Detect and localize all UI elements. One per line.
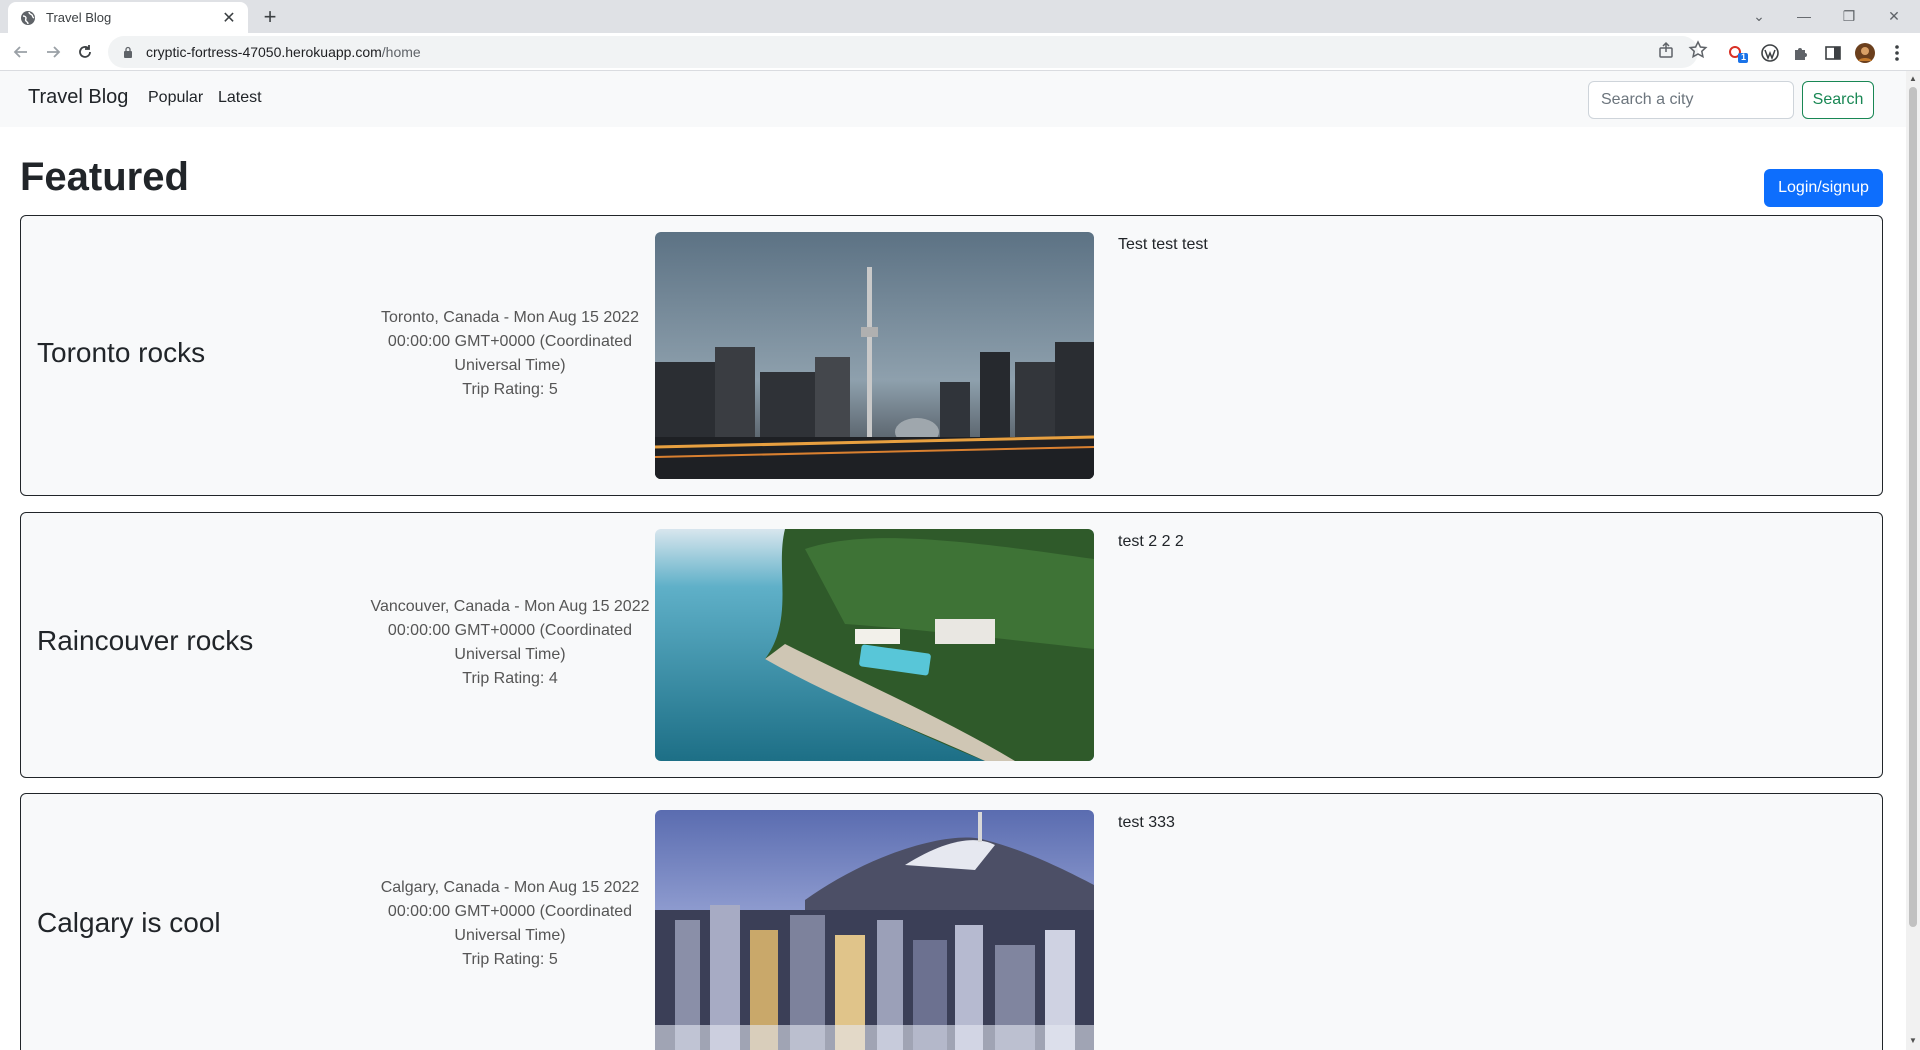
browser-tabstrip: Travel Blog ✕ + ⌄ — ❐ ✕ <box>0 0 1920 33</box>
post-title[interactable]: Toronto rocks <box>37 337 205 369</box>
post-title[interactable]: Calgary is cool <box>37 907 221 939</box>
page-viewport: Travel Blog Popular Latest Search Featur… <box>0 71 1906 1050</box>
site-navbar: Travel Blog Popular Latest Search <box>0 71 1906 127</box>
post-rating: Trip Rating: 5 <box>462 381 558 398</box>
browser-toolbar: cryptic-fortress-47050.herokuapp.com/hom… <box>0 33 1920 71</box>
post-meta: Vancouver, Canada - Mon Aug 15 2022 00:0… <box>341 595 679 691</box>
wordpress-extension-icon[interactable] <box>1759 42 1781 64</box>
nav-link-latest[interactable]: Latest <box>218 89 262 107</box>
city-search-input[interactable] <box>1588 81 1794 119</box>
post-rating: Trip Rating: 4 <box>462 670 558 687</box>
post-timezone: Universal Time) <box>454 927 566 944</box>
post-timezone: Universal Time) <box>454 357 566 374</box>
globe-icon <box>21 10 35 25</box>
post-description: test 333 <box>1118 814 1175 831</box>
profile-avatar-icon[interactable] <box>1854 42 1876 64</box>
url-host: cryptic-fortress-47050.herokuapp.com <box>146 44 382 60</box>
puzzle-extensions-icon[interactable] <box>1790 42 1812 64</box>
new-tab-icon[interactable]: + <box>258 5 282 29</box>
scroll-down-icon[interactable]: ▼ <box>1909 1036 1917 1045</box>
post-description: Test test test <box>1118 236 1208 253</box>
city-mountain-image[interactable] <box>655 810 1094 1050</box>
reload-icon[interactable] <box>73 40 97 64</box>
post-title[interactable]: Raincouver rocks <box>37 625 253 657</box>
post-meta: Calgary, Canada - Mon Aug 15 2022 00:00:… <box>341 876 679 972</box>
tab-title: Travel Blog <box>46 10 112 25</box>
post-card-vancouver[interactable]: Raincouver rocks Vancouver, Canada - Mon… <box>20 512 1883 778</box>
search-button[interactable]: Search <box>1802 81 1874 119</box>
url-path: /home <box>381 44 421 60</box>
login-signup-button[interactable]: Login/signup <box>1764 169 1883 207</box>
browser-tab[interactable]: Travel Blog ✕ <box>8 2 248 33</box>
post-rating: Trip Rating: 5 <box>462 951 558 968</box>
bookmark-star-icon[interactable] <box>1688 40 1708 60</box>
window-close-icon[interactable]: ✕ <box>1876 4 1912 28</box>
chrome-menu-icon[interactable] <box>1886 42 1908 64</box>
post-time: 00:00:00 GMT+0000 (Coordinated <box>387 622 633 639</box>
post-location-date: Toronto, Canada - Mon Aug 15 2022 <box>381 309 639 326</box>
post-time: 00:00:00 GMT+0000 (Coordinated <box>387 333 633 350</box>
navbar-brand[interactable]: Travel Blog <box>28 86 128 109</box>
forward-icon[interactable] <box>41 40 65 64</box>
address-bar[interactable]: cryptic-fortress-47050.herokuapp.com/hom… <box>108 36 1698 68</box>
minimize-icon[interactable]: — <box>1786 4 1822 28</box>
post-location-date: Vancouver, Canada - Mon Aug 15 2022 <box>370 598 650 615</box>
close-icon[interactable]: ✕ <box>220 8 238 28</box>
scroll-up-icon[interactable]: ▲ <box>1909 74 1917 83</box>
post-card-toronto[interactable]: Toronto rocks Toronto, Canada - Mon Aug … <box>20 215 1883 496</box>
coastal-resort-image[interactable] <box>655 529 1094 761</box>
lock-icon <box>124 46 132 58</box>
side-panel-icon[interactable] <box>1822 42 1844 64</box>
post-timezone: Universal Time) <box>454 646 566 663</box>
page-scrollbar[interactable]: ▲ ▼ <box>1906 71 1920 1050</box>
post-description: test 2 2 2 <box>1118 533 1184 550</box>
nav-link-popular[interactable]: Popular <box>148 89 203 107</box>
toronto-skyline-image[interactable] <box>655 232 1094 479</box>
page-title: Featured <box>20 155 189 199</box>
share-icon[interactable] <box>1656 40 1676 60</box>
extension-badge-count: 1 <box>1741 52 1747 62</box>
post-meta: Toronto, Canada - Mon Aug 15 2022 00:00:… <box>341 306 679 402</box>
tab-search-icon[interactable]: ⌄ <box>1741 4 1777 28</box>
scrollbar-thumb[interactable] <box>1909 87 1917 927</box>
post-location-date: Calgary, Canada - Mon Aug 15 2022 <box>380 879 640 896</box>
back-icon[interactable] <box>9 40 33 64</box>
restore-icon[interactable]: ❐ <box>1831 4 1867 28</box>
post-card-calgary[interactable]: Calgary is cool Calgary, Canada - Mon Au… <box>20 793 1883 1050</box>
post-time: 00:00:00 GMT+0000 (Coordinated <box>387 903 633 920</box>
extension-badge-icon[interactable]: 1 <box>1727 42 1749 64</box>
